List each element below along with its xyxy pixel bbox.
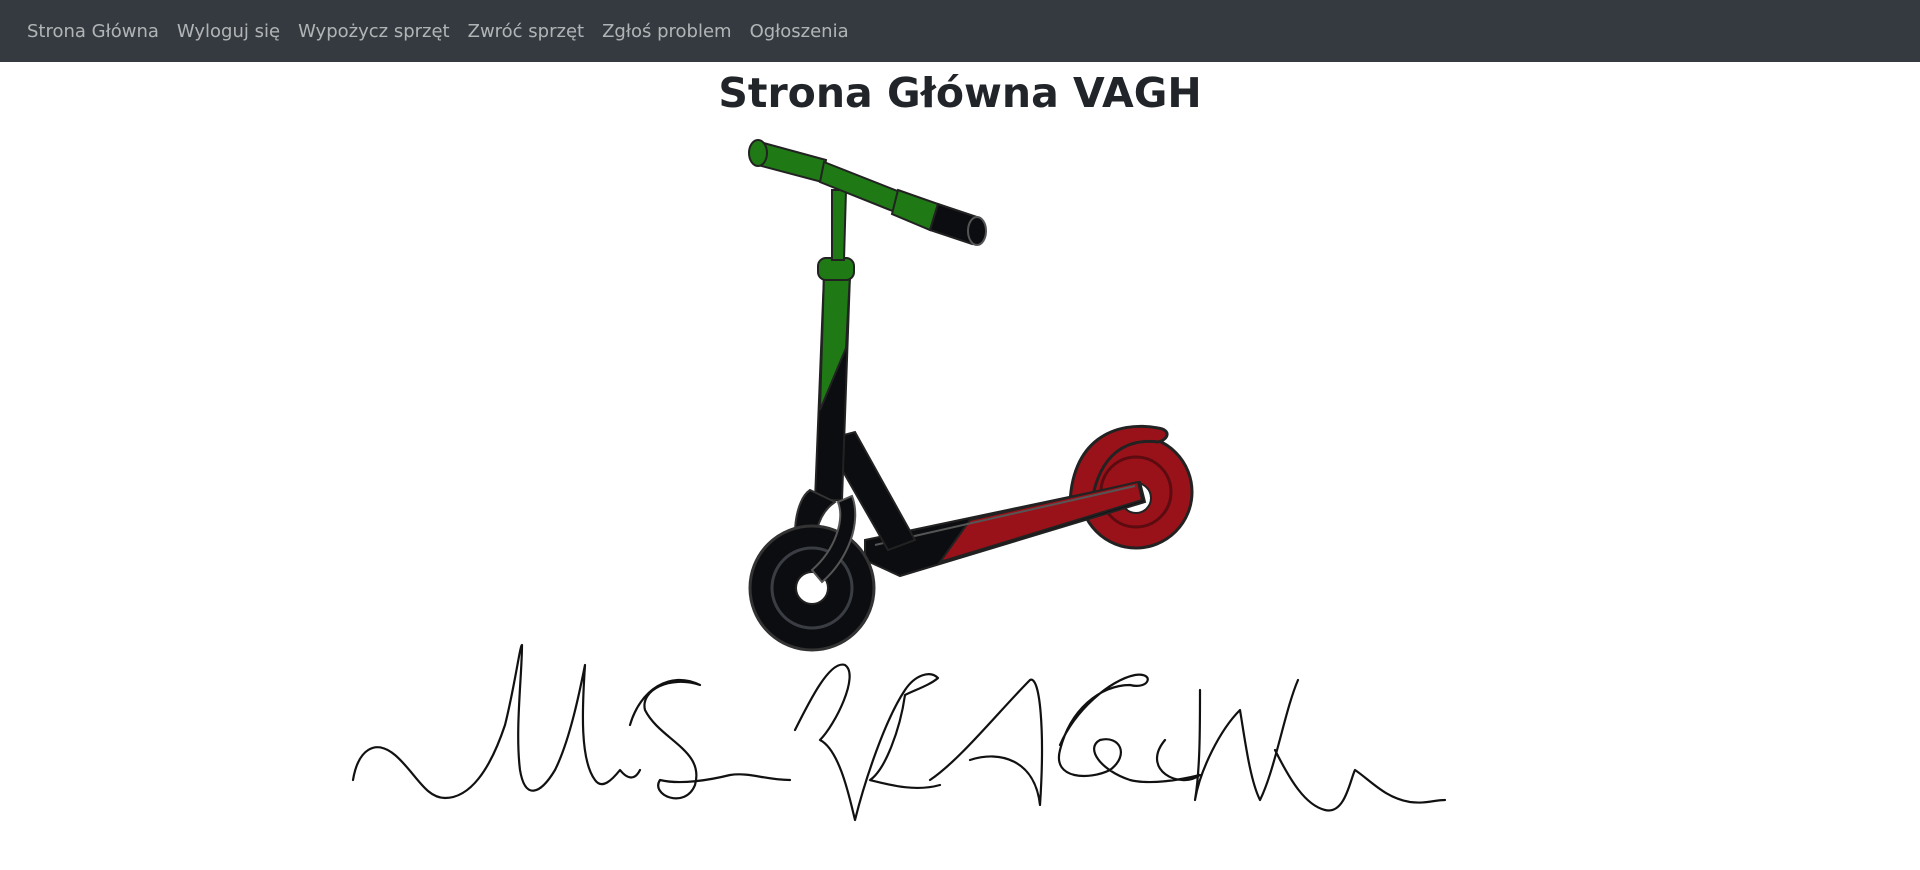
scooter-icon	[748, 139, 1194, 652]
nav-link-announcements[interactable]: Ogłoszenia	[741, 21, 858, 42]
signature-icon	[351, 643, 1447, 822]
nav-link-rent-equipment[interactable]: Wypożycz sprzęt	[289, 21, 459, 42]
nav-link-report-problem[interactable]: Zgłoś problem	[593, 21, 740, 42]
nav-link-logout[interactable]: Wyloguj się	[168, 21, 289, 42]
signature-image	[351, 643, 1447, 822]
nav-link-home[interactable]: Strona Główna	[18, 21, 168, 42]
page-title: Strona Główna VAGH	[718, 69, 1202, 117]
scooter-image	[748, 139, 1194, 652]
nav-link-return-equipment[interactable]: Zwróć sprzęt	[459, 21, 593, 42]
top-navbar: Strona Główna Wyloguj się Wypożycz sprzę…	[0, 0, 1920, 62]
